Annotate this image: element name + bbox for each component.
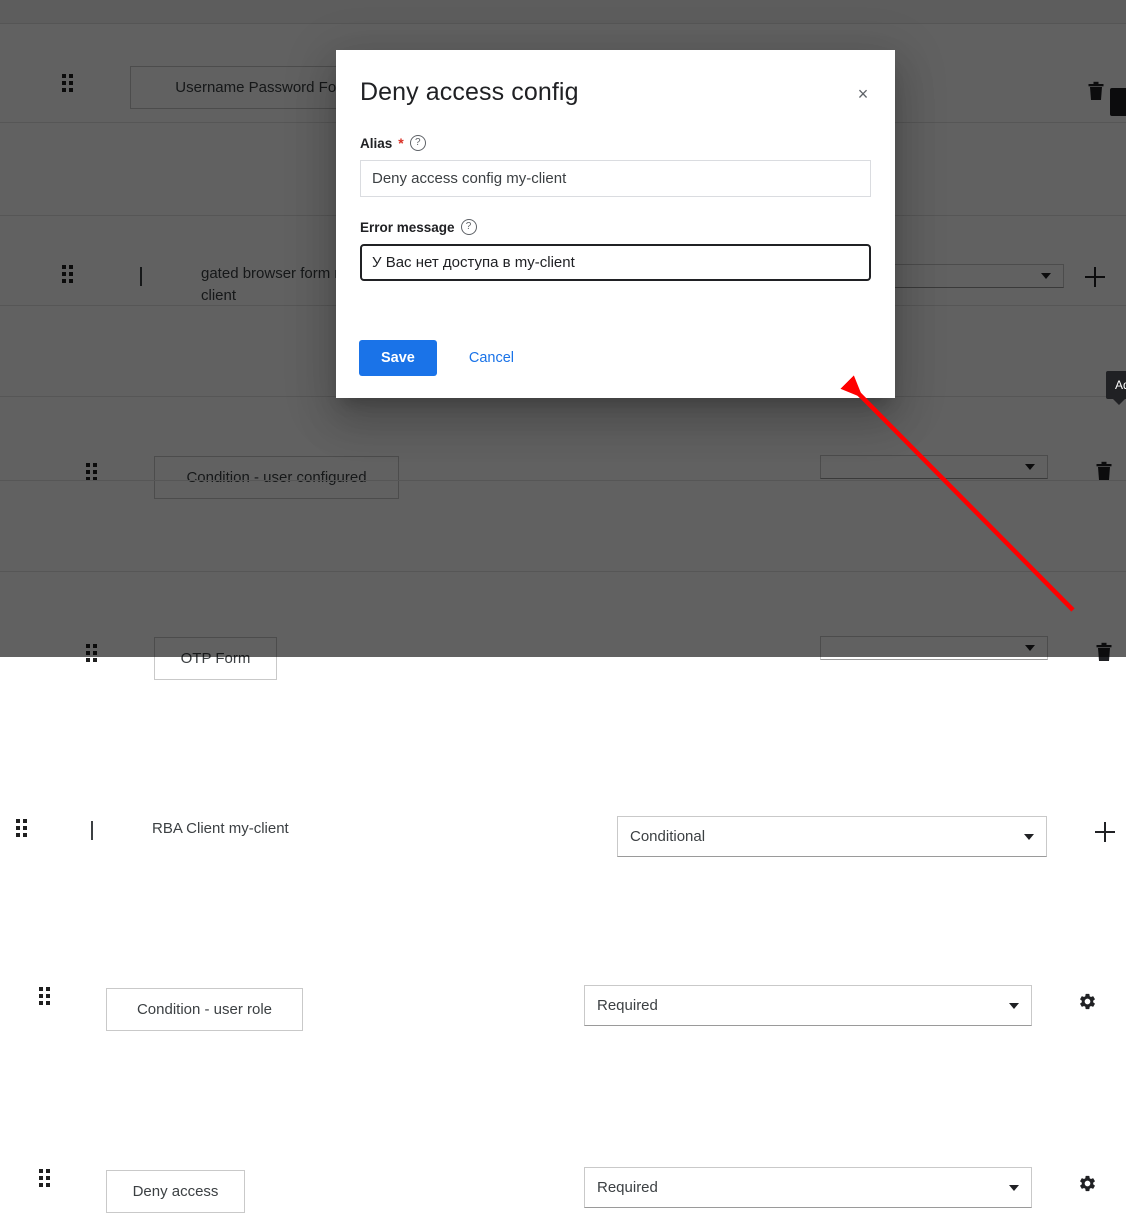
step-name: Condition - user role xyxy=(106,988,303,1031)
requirement-value: Required xyxy=(597,997,658,1014)
chevron-down-icon xyxy=(1024,833,1034,840)
plus-icon xyxy=(1095,822,1115,842)
requirement-select[interactable]: Required xyxy=(584,1167,1032,1208)
dialog-title: Deny access config xyxy=(360,78,579,106)
expand-toggle[interactable] xyxy=(91,821,93,840)
gear-icon xyxy=(1080,1175,1095,1192)
dialog-actions: Save Cancel xyxy=(359,340,526,376)
error-message-label: Error message xyxy=(360,219,455,235)
alias-field-group: Alias * ? xyxy=(360,135,871,197)
required-marker: * xyxy=(398,135,404,151)
help-circle-icon[interactable]: ? xyxy=(460,219,477,235)
drag-handle-icon xyxy=(39,987,50,1005)
drag-handle-icon xyxy=(16,819,27,837)
step-settings-button[interactable] xyxy=(1078,1174,1097,1193)
requirement-value: Conditional xyxy=(630,828,706,845)
error-message-input[interactable] xyxy=(360,244,871,281)
cancel-button[interactable]: Cancel xyxy=(457,340,526,376)
drag-handle[interactable] xyxy=(39,1169,50,1187)
step-name: Deny access xyxy=(106,1170,245,1213)
alias-input[interactable] xyxy=(360,160,871,197)
drag-handle[interactable] xyxy=(39,987,50,1005)
save-button[interactable]: Save xyxy=(359,340,437,376)
requirement-value: Required xyxy=(597,1179,658,1196)
error-message-field-group: Error message ? xyxy=(360,219,871,281)
close-icon[interactable]: × xyxy=(851,82,875,106)
add-step-button[interactable] xyxy=(1095,822,1115,842)
chevron-down-icon xyxy=(1009,1184,1019,1191)
step-settings-button[interactable] xyxy=(1078,992,1097,1011)
drag-handle[interactable] xyxy=(16,819,27,837)
alias-label: Alias xyxy=(360,135,393,151)
chevron-down-icon xyxy=(1009,1002,1019,1009)
chevron-down-icon xyxy=(91,821,93,840)
requirement-select[interactable]: Conditional xyxy=(617,816,1047,857)
drag-handle-icon xyxy=(39,1169,50,1187)
help-circle-icon[interactable]: ? xyxy=(409,135,426,151)
error-message-label-row: Error message ? xyxy=(360,219,871,235)
requirement-select[interactable]: Required xyxy=(584,985,1032,1026)
add-step-tooltip: Ad xyxy=(1106,371,1126,405)
gear-icon xyxy=(1080,993,1095,1010)
alias-label-row: Alias * ? xyxy=(360,135,871,151)
step-name: RBA Client my-client xyxy=(152,820,289,837)
